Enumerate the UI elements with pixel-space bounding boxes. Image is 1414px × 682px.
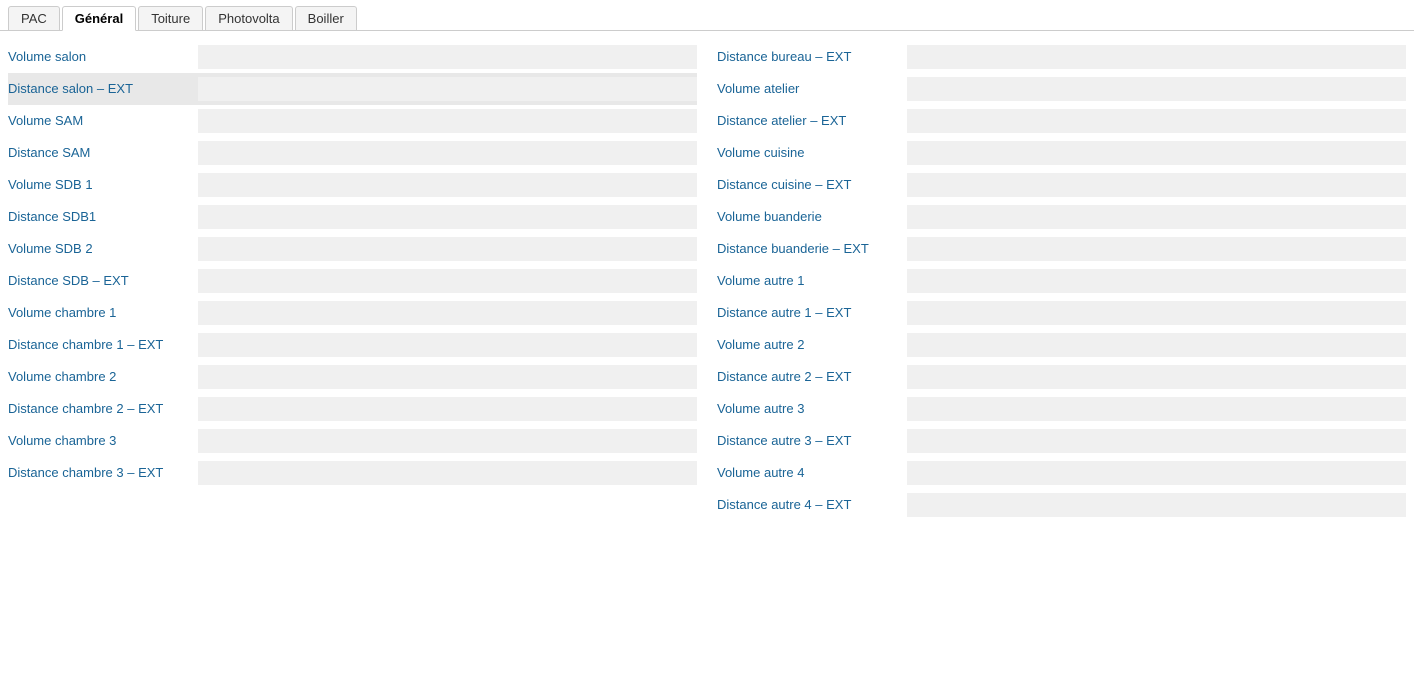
field-label: Distance autre 1 – EXT xyxy=(717,305,907,322)
field-label: Volume salon xyxy=(8,49,198,66)
form-row: Volume chambre 2 xyxy=(8,361,697,393)
form-row: Distance autre 2 – EXT xyxy=(717,361,1406,393)
field-input[interactable] xyxy=(907,429,1406,453)
field-input[interactable] xyxy=(198,45,697,69)
form-row: Distance chambre 3 – EXT xyxy=(8,457,697,489)
field-input[interactable] xyxy=(198,397,697,421)
field-label: Distance chambre 3 – EXT xyxy=(8,465,198,482)
form-row: Distance chambre 2 – EXT xyxy=(8,393,697,425)
form-row: Volume chambre 3 xyxy=(8,425,697,457)
form-row: Volume atelier xyxy=(717,73,1406,105)
field-label: Distance autre 3 – EXT xyxy=(717,433,907,450)
field-label: Distance cuisine – EXT xyxy=(717,177,907,194)
field-label: Distance atelier – EXT xyxy=(717,113,907,130)
field-input[interactable] xyxy=(198,269,697,293)
tab-pac[interactable]: PAC xyxy=(8,6,60,30)
form-row: Distance autre 3 – EXT xyxy=(717,425,1406,457)
field-input[interactable] xyxy=(198,237,697,261)
form-row: Distance chambre 1 – EXT xyxy=(8,329,697,361)
field-label: Volume atelier xyxy=(717,81,907,98)
form-row: Volume autre 1 xyxy=(717,265,1406,297)
field-input[interactable] xyxy=(907,109,1406,133)
field-input[interactable] xyxy=(198,109,697,133)
field-label: Volume cuisine xyxy=(717,145,907,162)
field-input[interactable] xyxy=(907,45,1406,69)
tab-boiller[interactable]: Boiller xyxy=(295,6,357,30)
field-input[interactable] xyxy=(907,461,1406,485)
form-row: Distance SDB1 xyxy=(8,201,697,233)
field-label: Volume SDB 1 xyxy=(8,177,198,194)
field-label: Distance chambre 2 – EXT xyxy=(8,401,198,418)
left-column: Volume salon Distance salon – EXT Volume S… xyxy=(8,41,697,521)
form-row: Volume buanderie xyxy=(717,201,1406,233)
field-input[interactable] xyxy=(198,461,697,485)
field-input[interactable] xyxy=(907,301,1406,325)
field-label: Volume autre 1 xyxy=(717,273,907,290)
field-input[interactable] xyxy=(198,173,697,197)
field-label: Volume chambre 3 xyxy=(8,433,198,450)
field-input[interactable] xyxy=(907,493,1406,517)
field-label: Distance chambre 1 – EXT xyxy=(8,337,198,354)
field-label: Volume buanderie xyxy=(717,209,907,226)
form-row: Volume SDB 2 xyxy=(8,233,697,265)
right-column: Distance bureau – EXT Volume atelier Dista… xyxy=(717,41,1406,521)
field-input[interactable] xyxy=(907,237,1406,261)
field-input[interactable] xyxy=(198,365,697,389)
form-row: Volume autre 3 xyxy=(717,393,1406,425)
field-input[interactable] xyxy=(198,333,697,357)
form-row: Volume salon xyxy=(8,41,697,73)
form-row: Distance atelier – EXT xyxy=(717,105,1406,137)
field-label: Volume chambre 2 xyxy=(8,369,198,386)
field-input[interactable] xyxy=(198,77,697,101)
form-row: Distance autre 1 – EXT xyxy=(717,297,1406,329)
form-row: Distance autre 4 – EXT xyxy=(717,489,1406,521)
field-label: Distance bureau – EXT xyxy=(717,49,907,66)
field-label: Volume autre 2 xyxy=(717,337,907,354)
field-label: Distance SAM xyxy=(8,145,198,162)
form-row: Volume SAM xyxy=(8,105,697,137)
field-label: Distance buanderie – EXT xyxy=(717,241,907,258)
field-label: Distance SDB1 xyxy=(8,209,198,226)
form-row: Distance cuisine – EXT xyxy=(717,169,1406,201)
form-row: Volume cuisine xyxy=(717,137,1406,169)
field-input[interactable] xyxy=(907,269,1406,293)
tab-photovolta[interactable]: Photovolta xyxy=(205,6,292,30)
form-row: Volume autre 4 xyxy=(717,457,1406,489)
field-input[interactable] xyxy=(198,301,697,325)
tab-général[interactable]: Général xyxy=(62,6,136,31)
field-input[interactable] xyxy=(198,205,697,229)
field-input[interactable] xyxy=(198,141,697,165)
tab-toiture[interactable]: Toiture xyxy=(138,6,203,30)
field-label: Distance autre 4 – EXT xyxy=(717,497,907,514)
field-input[interactable] xyxy=(907,77,1406,101)
field-label: Distance SDB – EXT xyxy=(8,273,198,290)
form-row: Distance salon – EXT xyxy=(8,73,697,105)
form-row: Distance bureau – EXT xyxy=(717,41,1406,73)
field-label: Volume autre 3 xyxy=(717,401,907,418)
field-input[interactable] xyxy=(907,141,1406,165)
form-row: Volume autre 2 xyxy=(717,329,1406,361)
form-row: Distance buanderie – EXT xyxy=(717,233,1406,265)
field-input[interactable] xyxy=(198,429,697,453)
field-input[interactable] xyxy=(907,365,1406,389)
form-row: Volume SDB 1 xyxy=(8,169,697,201)
form-row: Distance SDB – EXT xyxy=(8,265,697,297)
field-input[interactable] xyxy=(907,397,1406,421)
field-label: Volume SAM xyxy=(8,113,198,130)
field-label: Volume chambre 1 xyxy=(8,305,198,322)
field-input[interactable] xyxy=(907,205,1406,229)
main-content: Volume salon Distance salon – EXT Volume S… xyxy=(0,31,1414,531)
field-input[interactable] xyxy=(907,173,1406,197)
field-label: Distance salon – EXT xyxy=(8,81,198,98)
field-label: Distance autre 2 – EXT xyxy=(717,369,907,386)
field-label: Volume SDB 2 xyxy=(8,241,198,258)
form-row: Volume chambre 1 xyxy=(8,297,697,329)
field-input[interactable] xyxy=(907,333,1406,357)
form-row: Distance SAM xyxy=(8,137,697,169)
field-label: Volume autre 4 xyxy=(717,465,907,482)
tab-bar: PACGénéralToiturePhotovoltaBoiller xyxy=(0,0,1414,31)
